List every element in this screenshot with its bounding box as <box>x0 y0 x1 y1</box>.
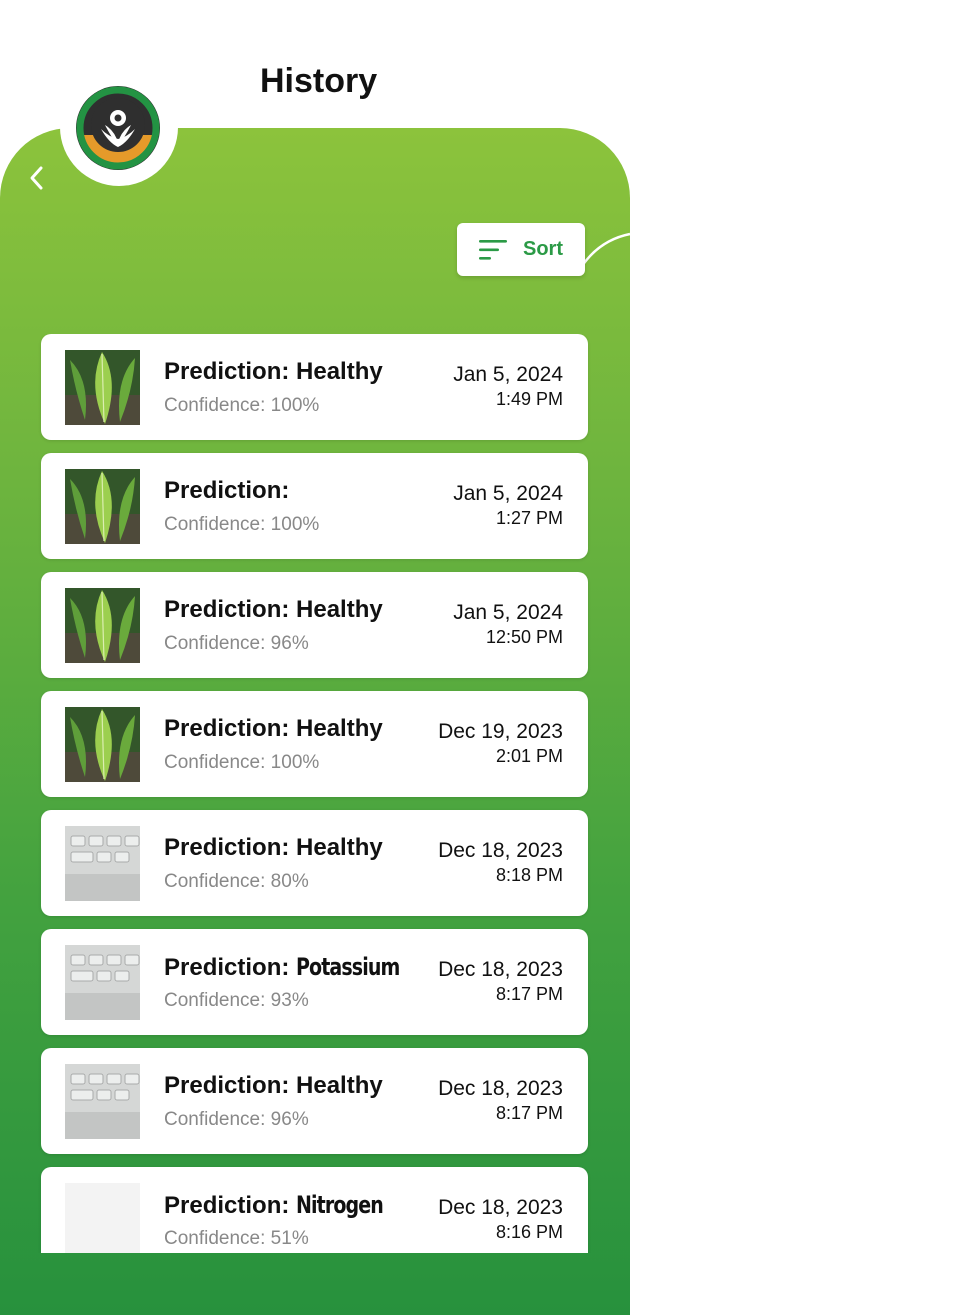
leaf-photo-thumbnail <box>65 469 140 544</box>
history-card[interactable]: Prediction: Confidence: 100% Jan 5, 2024 1… <box>41 453 588 559</box>
history-card[interactable]: Prediction: Healthy Confidence: 80% Dec 18… <box>41 810 588 916</box>
prediction-value: Healthy <box>296 715 383 742</box>
page-title: History <box>260 62 378 100</box>
date-text: Jan 5, 2024 <box>453 601 563 624</box>
prediction-label: Prediction: <box>164 834 290 861</box>
decor-swoosh <box>580 232 631 267</box>
confidence-text: Confidence: 100% <box>164 752 320 773</box>
prediction-text: Prediction: Healthy <box>164 1072 383 1100</box>
time-text: 8:16 PM <box>495 1222 563 1242</box>
confidence-text: Confidence: 80% <box>164 871 309 892</box>
date-text: Jan 5, 2024 <box>453 482 563 505</box>
date-text: Dec 18, 2023 <box>438 1077 563 1100</box>
date-text: Dec 18, 2023 <box>438 958 563 981</box>
history-card[interactable]: Prediction: Healthy Confidence: 100% Dec 1… <box>41 691 588 797</box>
time-text: 1:49 PM <box>495 389 563 409</box>
back-arrow-icon[interactable] <box>22 163 52 193</box>
time-text: 12:50 PM <box>485 627 563 647</box>
prediction-value: Healthy <box>296 358 383 385</box>
time-text: 8:17 PM <box>495 1103 563 1123</box>
prediction-value: Nitrogen <box>296 1191 384 1219</box>
prediction-label: Prediction: <box>164 477 290 504</box>
prediction-text: Prediction: Healthy <box>164 358 383 386</box>
confidence-text: Confidence: 96% <box>164 1109 309 1130</box>
confidence-text: Confidence: 96% <box>164 633 309 654</box>
leaf-photo-thumbnail <box>65 588 140 663</box>
prediction-text: Prediction: Healthy <box>164 834 383 862</box>
prediction-label: Prediction: <box>164 358 290 385</box>
leaf-photo-thumbnail <box>65 350 140 425</box>
keyboard-photo-thumbnail <box>65 945 140 1020</box>
keyboard-photo-thumbnail <box>65 826 140 901</box>
time-text: 8:17 PM <box>495 984 563 1004</box>
sort-icon <box>479 239 507 260</box>
date-text: Dec 18, 2023 <box>438 839 563 862</box>
prediction-label: Prediction: <box>164 1072 290 1099</box>
prediction-value: Healthy <box>296 596 383 623</box>
history-card[interactable]: Prediction: Healthy Confidence: 100% Jan 5… <box>41 334 588 440</box>
date-text: Jan 5, 2024 <box>453 363 563 386</box>
prediction-value: Healthy <box>296 834 383 861</box>
prediction-label: Prediction: <box>164 596 290 623</box>
time-text: 1:27 PM <box>495 508 563 528</box>
prediction-label: Prediction: <box>164 715 290 742</box>
sort-label: Sort <box>523 238 563 260</box>
confidence-text: Confidence: 100% <box>164 395 320 416</box>
time-text: 8:18 PM <box>495 865 563 885</box>
confidence-text: Confidence: 93% <box>164 990 309 1011</box>
prediction-text: Prediction: <box>164 477 289 505</box>
prediction-text: Prediction: Healthy <box>164 596 383 624</box>
history-card[interactable]: Prediction: Potassium Confidence: 93% Dec … <box>41 929 588 1035</box>
confidence-text: Confidence: 100% <box>164 514 320 535</box>
sort-button[interactable]: Sort <box>457 223 585 276</box>
prediction-text: Prediction: Nitrogen <box>164 1191 395 1220</box>
history-card[interactable]: Prediction: Nitrogen Confidence: 51% Dec 1… <box>41 1167 588 1253</box>
prediction-value: Potassium <box>296 953 400 981</box>
prediction-text: Prediction: Healthy <box>164 715 383 743</box>
date-text: Dec 18, 2023 <box>438 1196 563 1219</box>
confidence-text: Confidence: 51% <box>164 1228 309 1249</box>
leaf-photo-thumbnail <box>65 707 140 782</box>
history-card[interactable]: Prediction: Healthy Confidence: 96% Jan 5,… <box>41 572 588 678</box>
image-placeholder-thumbnail <box>65 1183 140 1253</box>
time-text: 2:01 PM <box>495 746 563 766</box>
prediction-label: Prediction: <box>164 954 290 981</box>
prediction-value: Healthy <box>296 1072 383 1099</box>
prediction-label: Prediction: <box>164 1192 290 1219</box>
date-text: Dec 19, 2023 <box>438 720 563 743</box>
keyboard-photo-thumbnail <box>65 1064 140 1139</box>
history-list[interactable]: Prediction: Healthy Confidence: 100% Jan 5… <box>0 334 630 1253</box>
prediction-text: Prediction: Potassium <box>164 953 414 982</box>
history-card[interactable]: Prediction: Healthy Confidence: 96% Dec 18… <box>41 1048 588 1154</box>
app-logo <box>76 86 160 170</box>
